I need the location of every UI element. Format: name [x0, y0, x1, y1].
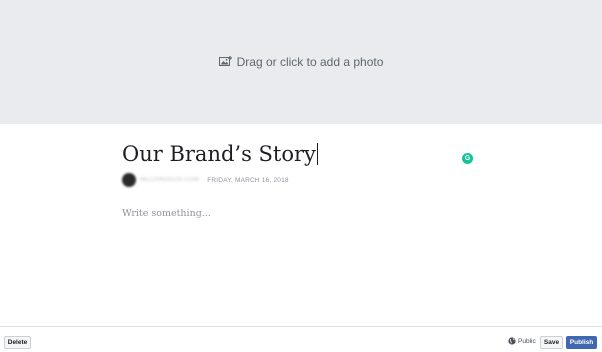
editor-footer: Delete Public Save Publish: [0, 326, 602, 352]
privacy-label: Public: [518, 337, 536, 345]
grammarly-icon[interactable]: G: [462, 153, 473, 164]
text-caret: [316, 143, 318, 165]
photo-icon: [218, 56, 232, 68]
delete-button[interactable]: Delete: [4, 336, 31, 349]
globe-icon: [508, 337, 516, 345]
author-name: MECANOGUN.COM: [140, 177, 200, 183]
byline: MECANOGUN.COM FRIDAY, MARCH 16, 2018: [122, 173, 289, 187]
article-title[interactable]: Our Brand’s Story: [122, 142, 318, 166]
grammarly-glyph: G: [464, 155, 471, 162]
add-photo-prompt[interactable]: Drag or click to add a photo: [218, 55, 384, 69]
add-photo-area[interactable]: Drag or click to add a photo: [0, 0, 602, 124]
article-title-text: Our Brand’s Story: [122, 142, 316, 166]
article-body-input[interactable]: Write something...: [122, 208, 211, 219]
avatar: [122, 173, 136, 187]
save-button[interactable]: Save: [540, 336, 563, 349]
privacy-selector[interactable]: Public: [508, 337, 536, 345]
publish-date: FRIDAY, MARCH 16, 2018: [207, 176, 289, 184]
add-photo-label: Drag or click to add a photo: [236, 55, 384, 69]
publish-button[interactable]: Publish: [566, 336, 597, 349]
